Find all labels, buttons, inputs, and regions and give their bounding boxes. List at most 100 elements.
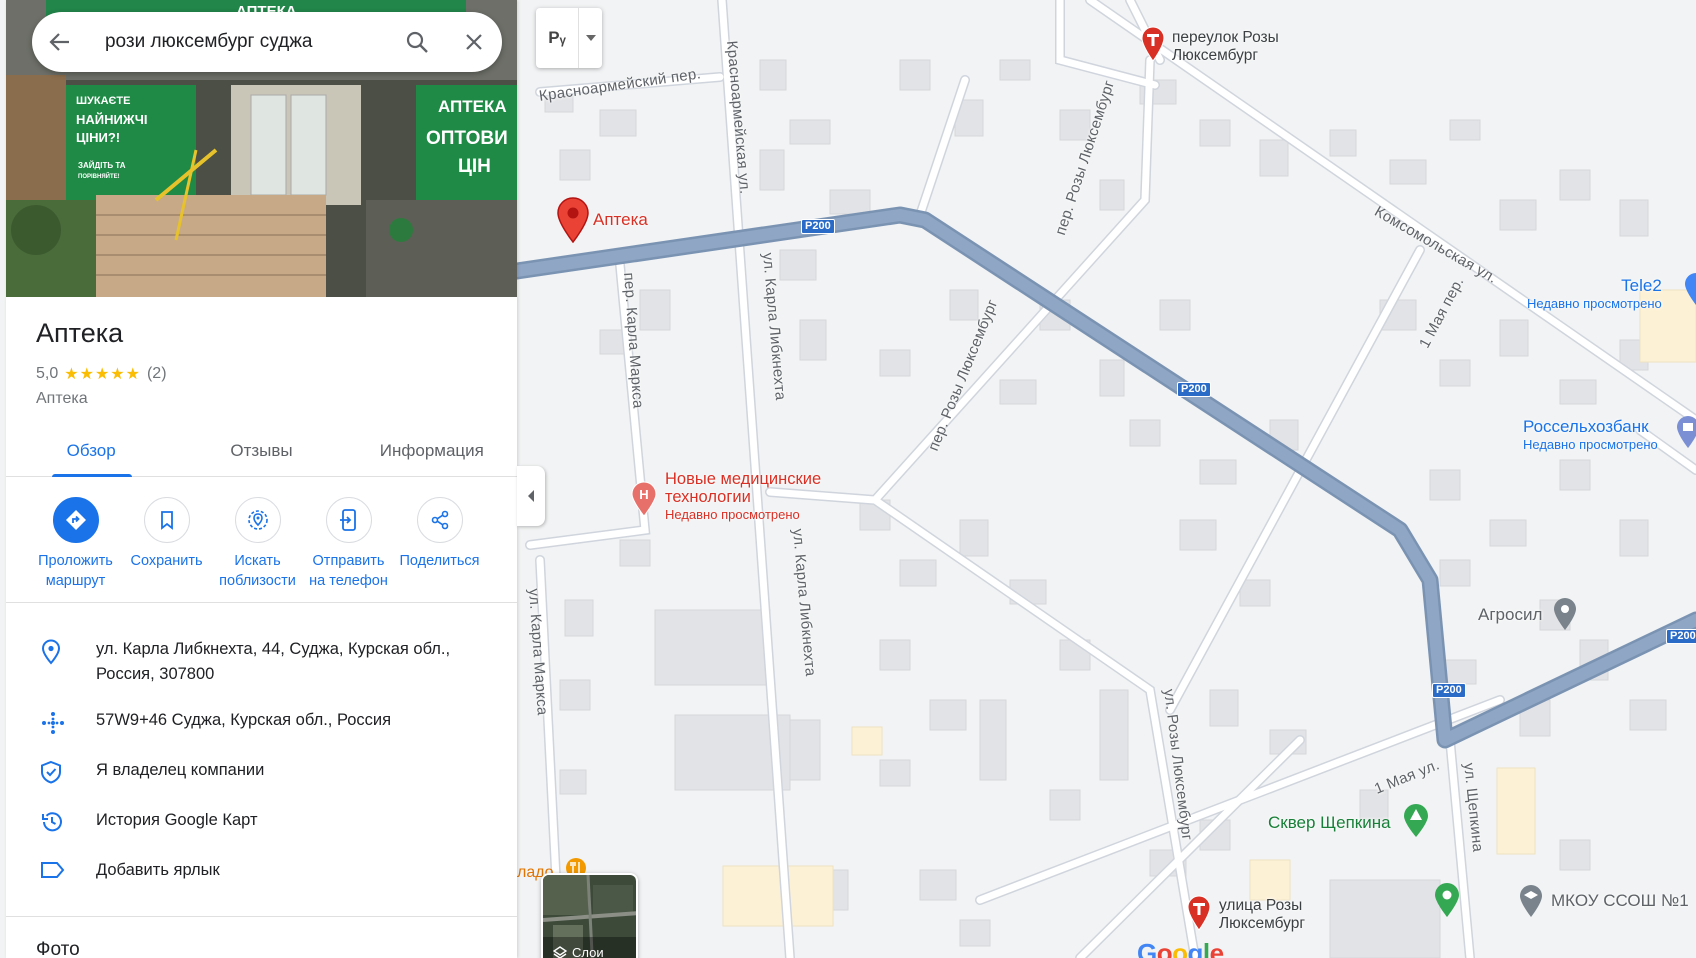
photos-section: Фото: [6, 916, 517, 958]
share-button[interactable]: Поделиться: [394, 497, 485, 602]
school-pin-icon: [1520, 885, 1542, 917]
svg-text:H: H: [639, 487, 648, 502]
rating-value: 5,0: [36, 365, 59, 382]
share-circle: [416, 497, 463, 543]
road-shield-r200: Р200: [1432, 683, 1466, 698]
pharmacy-pin-icon: [1141, 26, 1165, 62]
owner-row[interactable]: Я владелец компании: [6, 758, 517, 789]
poi-label-tele2[interactable]: Tele2 Недавно просмотрено: [1527, 276, 1662, 311]
bank-pin-icon: [1677, 416, 1696, 448]
hospital-pin-icon: H: [631, 481, 657, 517]
arrow-back-icon: [49, 33, 70, 51]
layers-label-row: Слои: [553, 945, 604, 958]
review-count[interactable]: (2): [147, 365, 167, 383]
send-to-phone-button[interactable]: Отправить на телефон: [303, 497, 394, 602]
poi-label-agrosil[interactable]: Агросил: [1478, 605, 1542, 625]
history-icon: [42, 812, 62, 832]
poi-sublabel: Недавно просмотрено: [1527, 296, 1662, 311]
save-button[interactable]: Сохранить: [121, 497, 212, 602]
poi-label-novye[interactable]: Новые медицинские технологии Недавно про…: [665, 470, 821, 524]
history-row[interactable]: История Google Карт: [6, 808, 517, 839]
plus-code-row[interactable]: 57W9+46 Суджа, Курская обл., Россия: [6, 708, 517, 741]
label-icon: [41, 862, 65, 878]
nearby-circle: [234, 497, 281, 543]
map-pin-icon: [557, 197, 589, 243]
place-panel: ШУКАЄТЕ НАЙНИЖЧІ ЦІНИ?! ЗАЙДІТЬ ТА ПОРІВ…: [6, 0, 517, 958]
collapse-panel-button[interactable]: [517, 466, 545, 526]
map-language-button[interactable]: Рᵧ: [536, 8, 602, 68]
search-button[interactable]: [388, 12, 445, 72]
history-icon-cell: [6, 808, 96, 839]
directions-label: Проложить маршрут: [38, 553, 113, 589]
share-label: Поделиться: [399, 553, 480, 569]
place-tabs: Обзор Отзывы Информация: [6, 425, 517, 477]
send-to-phone-icon: [339, 509, 356, 531]
directions-button[interactable]: Проложить маршрут: [30, 497, 121, 602]
sign-right-line: ЦІН: [458, 156, 491, 177]
sign-left-line: ШУКАЄТЕ: [76, 95, 130, 107]
close-icon: [465, 34, 482, 50]
poi-label-ulitsa[interactable]: улица Розы Люксембург: [1219, 897, 1305, 933]
bookmark-icon: [160, 511, 173, 530]
rating-stars: ★★★★★: [64, 366, 141, 383]
history-text: История Google Карт: [96, 811, 258, 829]
layers-label: Слои: [572, 945, 604, 958]
tree-pin-icon: [1404, 804, 1428, 837]
layers-button[interactable]: Слои: [541, 873, 638, 958]
poi-label-mkou[interactable]: МКОУ ССОШ №1: [1551, 891, 1689, 911]
share-icon: [431, 510, 448, 530]
add-label-text: Добавить ярлык: [96, 861, 220, 879]
directions-circle: [52, 497, 99, 543]
action-buttons: Проложить маршрут Сохранить Искать побли…: [6, 497, 517, 603]
poi-label-pereulok[interactable]: переулок Розы Люксембург: [1172, 29, 1279, 65]
poi-label-line: переулок Розы: [1172, 29, 1279, 46]
pharmacy-pin-icon: [1187, 895, 1211, 931]
location-pin-icon: [41, 639, 61, 665]
caret-down-icon: [585, 35, 596, 41]
sign-left-line: ЦІНИ?!: [76, 130, 120, 145]
nearby-button[interactable]: Искать поблизости: [212, 497, 303, 602]
address-row[interactable]: ул. Карла Либкнехта, 44, Суджа, Курская …: [6, 637, 517, 687]
road-shield-r200: Р200: [801, 219, 835, 234]
send-label: Отправить на телефон: [309, 553, 388, 589]
back-button[interactable]: [32, 12, 89, 72]
save-label: Сохранить: [130, 553, 203, 569]
save-circle: [143, 497, 190, 543]
search-icon: [406, 31, 428, 53]
place-category[interactable]: Аптека: [36, 390, 88, 408]
clear-search-button[interactable]: [445, 12, 502, 72]
road-shield-r200: Р200: [1666, 629, 1696, 644]
poi-label-apteka[interactable]: Аптека: [593, 210, 648, 230]
owner-text: Я владелец компании: [96, 761, 265, 779]
address-text: ул. Карла Либкнехта, 44, Суджа, Курская …: [96, 640, 451, 683]
send-circle: [325, 497, 372, 543]
shopping-pin-icon: [1685, 273, 1696, 305]
language-dropdown[interactable]: [578, 8, 602, 68]
nearby-icon: [247, 510, 268, 530]
sign-left-line: ЗАЙДІТЬ ТА: [78, 161, 126, 170]
search-input[interactable]: [104, 31, 381, 53]
poi-label-rosselkhozbank[interactable]: Россельхозбанк Недавно просмотрено: [1523, 417, 1658, 452]
sign-left-line: НАЙНИЖЧІ: [76, 112, 148, 127]
poi-label-line: Новые медицинские: [665, 470, 822, 488]
poi-label-skver[interactable]: Сквер Щепкина: [1268, 813, 1391, 833]
place-title: Аптека: [36, 318, 124, 348]
tab-overview[interactable]: Обзор: [6, 425, 176, 477]
poi-label-line: Люксембург: [1172, 47, 1258, 64]
language-label: Рᵧ: [548, 28, 566, 47]
search-box: [32, 12, 502, 72]
photos-title: Фото: [36, 939, 80, 958]
plus-code-icon-cell: [6, 708, 96, 741]
nearby-label: Искать поблизости: [219, 553, 296, 589]
tab-reviews[interactable]: Отзывы: [176, 425, 346, 476]
google-logo: Google: [1137, 938, 1224, 958]
sign-right-line: АПТЕКА: [438, 97, 507, 116]
directions-icon: [65, 510, 86, 530]
sign-left-line: ПОРІВНЯЙТЕ!: [78, 172, 120, 180]
poi-label-line: улица Розы: [1219, 897, 1303, 914]
poi-label-line: Россельхозбанк: [1523, 417, 1649, 436]
poi-label-line: Люксембург: [1219, 915, 1305, 932]
sign-right-line: ОПТОВИ: [426, 128, 508, 149]
tab-about[interactable]: Информация: [347, 425, 517, 476]
add-label-row[interactable]: Добавить ярлык: [6, 858, 517, 885]
